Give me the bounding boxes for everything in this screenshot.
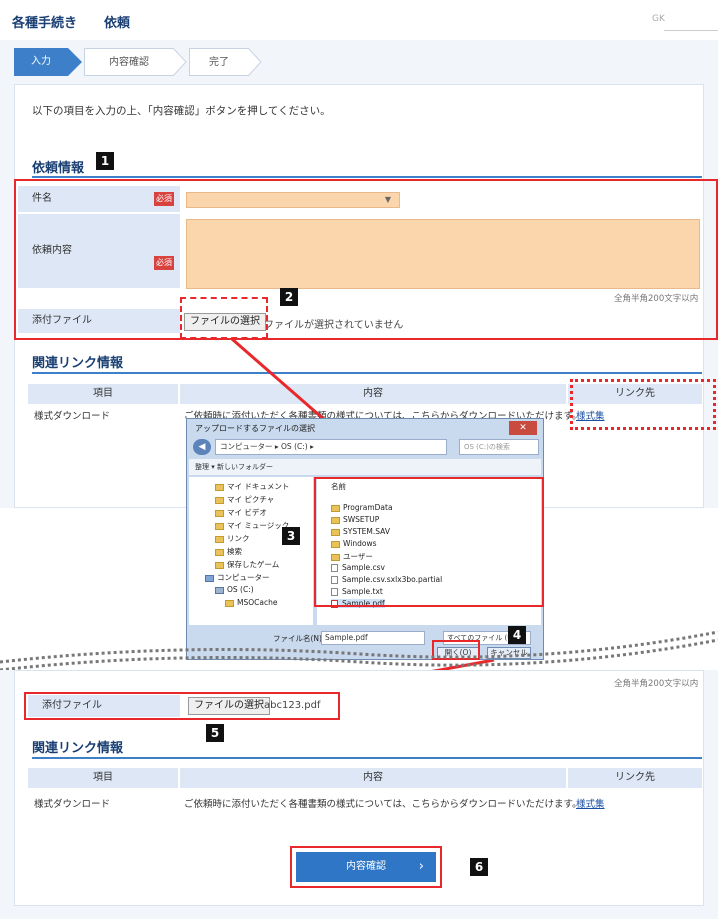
template-link[interactable]: 様式集 bbox=[576, 796, 605, 810]
tree-item[interactable]: 検索 bbox=[215, 546, 242, 557]
folder-icon bbox=[215, 509, 224, 517]
folder-tree[interactable]: マイ ドキュメント マイ ピクチャ マイ ビデオ マイ ミュージック リンク 検… bbox=[189, 477, 313, 625]
folder-icon bbox=[215, 548, 224, 556]
tree-item[interactable]: MSOCache bbox=[225, 598, 277, 607]
step-badge: 5 bbox=[206, 724, 224, 742]
highlight-box bbox=[24, 692, 340, 720]
drive-icon bbox=[215, 586, 224, 594]
table-cell: 様式ダウンロード bbox=[34, 408, 111, 422]
folder-icon bbox=[215, 483, 224, 491]
step-chevron bbox=[68, 48, 82, 76]
dialog-toolbar[interactable]: 整理 ▾ 新しいフォルダー bbox=[189, 459, 541, 475]
step-chevron bbox=[173, 48, 187, 76]
step-badge: 2 bbox=[280, 288, 298, 306]
header-right-text: GK bbox=[652, 14, 665, 24]
table-header: 内容 bbox=[180, 384, 566, 404]
folder-icon bbox=[215, 496, 224, 504]
tree-item[interactable]: マイ ドキュメント bbox=[215, 481, 289, 492]
close-icon[interactable]: ✕ bbox=[509, 421, 537, 435]
step-complete: 完了 bbox=[189, 48, 249, 76]
tree-item[interactable]: マイ ミュージック bbox=[215, 520, 289, 531]
tree-item[interactable]: コンピューター bbox=[205, 572, 270, 583]
page-break bbox=[0, 630, 718, 672]
links-section-title: 関連リンク情報 bbox=[32, 741, 124, 756]
guide-text: 以下の項目を入力の上、「内容確認」ボタンを押してください。 bbox=[32, 105, 331, 117]
step-badge: 6 bbox=[470, 858, 488, 876]
highlight-box bbox=[180, 297, 268, 339]
folder-icon bbox=[225, 599, 234, 607]
tree-item[interactable]: OS (C:) bbox=[215, 585, 254, 594]
highlight-box bbox=[14, 179, 718, 340]
folder-icon bbox=[215, 561, 224, 569]
section-underline bbox=[32, 757, 702, 759]
step-badge: 3 bbox=[282, 527, 300, 545]
tree-item[interactable]: マイ ビデオ bbox=[215, 507, 267, 518]
step-chevron bbox=[248, 48, 262, 76]
step-confirm: 内容確認 bbox=[84, 48, 174, 76]
back-icon[interactable]: ◀ bbox=[193, 439, 211, 455]
table-header: リンク先 bbox=[568, 768, 702, 788]
tree-item[interactable]: 保存したゲーム bbox=[215, 559, 279, 570]
header-divider bbox=[664, 30, 718, 31]
computer-icon bbox=[205, 574, 214, 582]
step-input: 入力 bbox=[14, 48, 68, 76]
request-section-title: 依頼情報 bbox=[32, 161, 85, 176]
dialog-title: アップロードするファイルの選択 bbox=[195, 424, 315, 433]
folder-icon bbox=[215, 535, 224, 543]
search-input[interactable]: OS (C:)の検索 bbox=[459, 439, 539, 455]
highlight-box bbox=[290, 846, 442, 888]
table-header: 項目 bbox=[28, 768, 178, 788]
tree-item[interactable]: リンク bbox=[215, 533, 250, 544]
folder-icon bbox=[215, 522, 224, 530]
links-section-title: 関連リンク情報 bbox=[32, 356, 124, 371]
table-header: 内容 bbox=[180, 768, 566, 788]
table-header: 項目 bbox=[28, 384, 178, 404]
highlight-box bbox=[570, 379, 716, 430]
address-bar[interactable]: コンピューター ▸ OS (C:) ▸ bbox=[215, 439, 447, 455]
char-limit-note: 全角半角200文字以内 bbox=[614, 679, 699, 689]
step-badge: 1 bbox=[96, 152, 114, 170]
table-cell: 様式ダウンロード bbox=[34, 796, 111, 810]
section-underline bbox=[32, 372, 702, 374]
tree-item[interactable]: マイ ピクチャ bbox=[215, 494, 274, 505]
header-subtitle: 依頼 bbox=[104, 16, 131, 31]
table-cell: ご依頼時に添付いただく各種書類の様式については、こちらからダウンロードいただけま… bbox=[184, 796, 582, 810]
highlight-box bbox=[314, 477, 544, 607]
header-title: 各種手続き bbox=[12, 16, 78, 31]
page-header: 各種手続き 依頼 GK bbox=[0, 0, 718, 40]
section-underline bbox=[32, 176, 702, 178]
